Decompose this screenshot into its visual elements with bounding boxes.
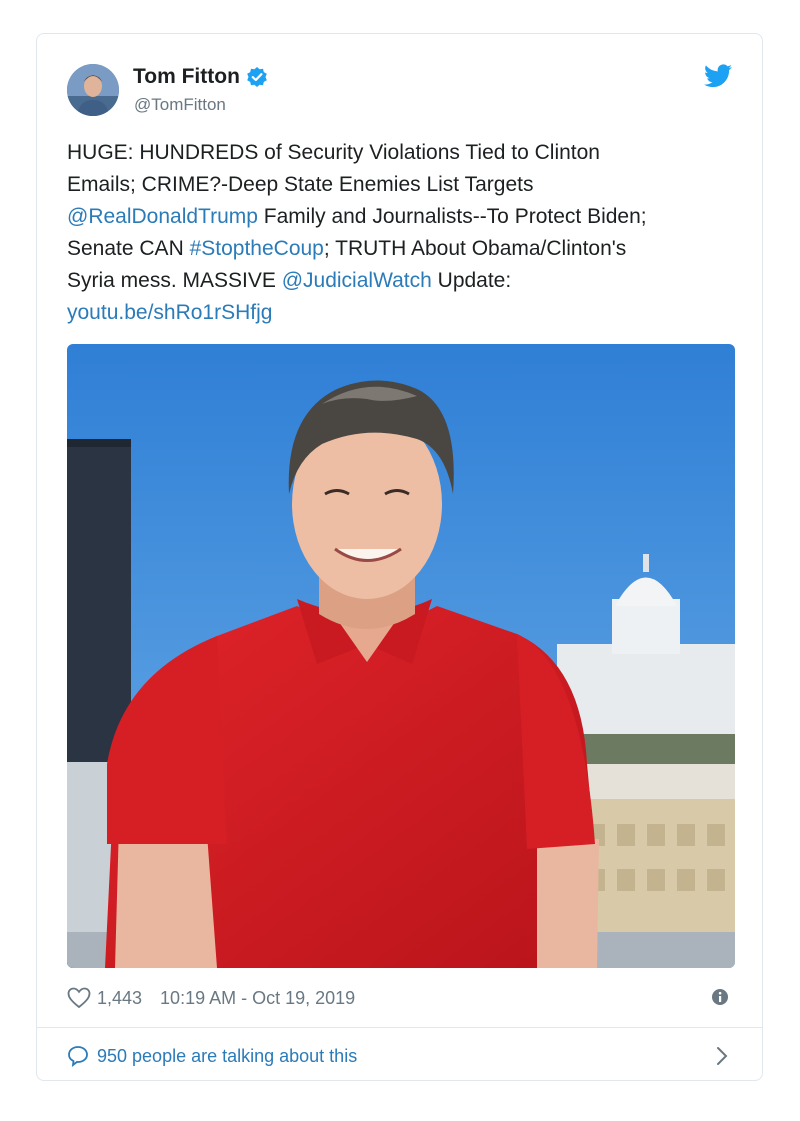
- tweet-footer: 1,443 10:19 AM - Oct 19, 2019: [67, 984, 735, 1012]
- author-name[interactable]: Tom Fitton: [133, 65, 240, 89]
- tweet-photo[interactable]: [67, 344, 735, 968]
- author-handle[interactable]: @TomFitton: [134, 95, 226, 115]
- avatar[interactable]: [67, 64, 119, 116]
- tweet-line-4-pre: Senate CAN: [67, 237, 190, 260]
- tweet-card: Tom Fitton @TomFitton HUGE: HUNDREDS of …: [36, 33, 763, 1081]
- divider: [37, 1027, 762, 1028]
- tweet-line-4: Senate CAN #StoptheCoup; TRUTH About Oba…: [67, 233, 727, 265]
- like-count[interactable]: 1,443: [97, 988, 142, 1009]
- tweet-text: HUGE: HUNDREDS of Security Violations Ti…: [67, 137, 727, 329]
- timestamp[interactable]: 10:19 AM - Oct 19, 2019: [160, 988, 355, 1009]
- tweet-line-5: Syria mess. MASSIVE @JudicialWatch Updat…: [67, 265, 727, 297]
- verified-badge-icon: [246, 66, 268, 88]
- mention-link[interactable]: @RealDonaldTrump: [67, 205, 258, 228]
- tweet-line-3: @RealDonaldTrump Family and Journalists-…: [67, 201, 727, 233]
- heart-icon[interactable]: [67, 987, 91, 1009]
- twitter-bird-icon[interactable]: [704, 64, 732, 88]
- author-name-row[interactable]: Tom Fitton: [133, 65, 268, 89]
- mention-link[interactable]: @JudicialWatch: [282, 269, 432, 292]
- tweet-line-3-text: Family and Journalists--To Protect Biden…: [257, 205, 647, 228]
- tweet-line-2: Emails; CRIME?-Deep State Enemies List T…: [67, 173, 534, 196]
- tweet-line-5-text: Update:: [431, 269, 512, 292]
- tweet-line-4-text: ; TRUTH About Obama/Clinton's: [323, 237, 627, 260]
- tweet-line-5-pre: Syria mess. MASSIVE: [67, 269, 282, 292]
- info-icon[interactable]: [711, 988, 729, 1006]
- tweet-line-1: HUGE: HUNDREDS of Security Violations Ti…: [67, 141, 600, 164]
- url-link[interactable]: youtu.be/shRo1rSHfjg: [67, 297, 727, 329]
- conversation-link[interactable]: 950 people are talking about this: [67, 1039, 735, 1073]
- speech-bubble-icon: [67, 1045, 89, 1068]
- hashtag-link[interactable]: #StoptheCoup: [190, 237, 324, 260]
- chevron-right-icon[interactable]: [715, 1045, 729, 1067]
- conversation-label[interactable]: 950 people are talking about this: [97, 1046, 357, 1067]
